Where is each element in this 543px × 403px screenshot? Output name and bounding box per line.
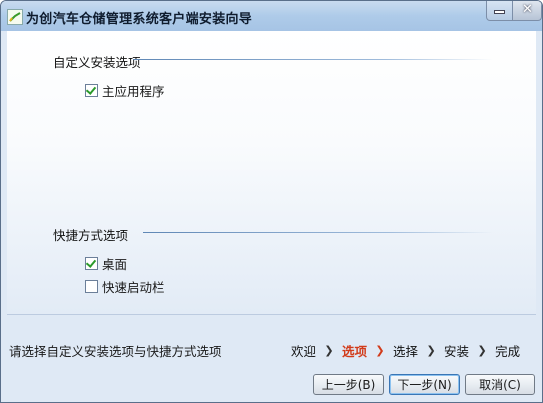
step-select: 选择 bbox=[393, 344, 419, 359]
next-button[interactable]: 下一步(N) bbox=[389, 374, 460, 395]
title-bar[interactable]: 为创汽车仓储管理系统客户端安装向导 ✕ bbox=[1, 1, 542, 31]
cancel-button[interactable]: 取消(C) bbox=[465, 374, 535, 395]
close-icon[interactable]: ✕ bbox=[512, 1, 542, 21]
minimize-icon[interactable] bbox=[486, 1, 513, 21]
desktop-shortcut-option[interactable]: 桌面 bbox=[85, 254, 127, 273]
quick-launch-label: 快速启动栏 bbox=[102, 280, 165, 295]
quick-launch-option[interactable]: 快速启动栏 bbox=[85, 277, 165, 296]
shortcut-options-separator bbox=[143, 232, 493, 233]
status-hint: 请选择自定义安装选项与快捷方式选项 bbox=[9, 344, 222, 359]
desktop-shortcut-label: 桌面 bbox=[102, 257, 128, 272]
checkbox-unchecked[interactable] bbox=[85, 280, 98, 293]
step-install: 安装 bbox=[444, 344, 470, 359]
window-title: 为创汽车仓储管理系统客户端安装向导 bbox=[26, 12, 253, 27]
step-options: 选项 bbox=[342, 344, 368, 359]
checkmark-icon[interactable] bbox=[85, 257, 98, 270]
shortcut-options-title: 快捷方式选项 bbox=[53, 228, 129, 243]
step-finish: 完成 bbox=[495, 344, 521, 359]
custom-options-title: 自定义安装选项 bbox=[53, 55, 141, 70]
status-divider bbox=[7, 314, 536, 315]
checkmark-icon[interactable] bbox=[85, 84, 98, 97]
prev-button[interactable]: 上一步(B) bbox=[313, 374, 384, 395]
step-welcome: 欢迎 bbox=[291, 344, 317, 359]
chevron-right-icon: ❯ bbox=[477, 344, 487, 357]
main-app-option[interactable]: 主应用程序 bbox=[85, 81, 165, 100]
chevron-right-icon: ❯ bbox=[324, 344, 334, 357]
custom-options-separator bbox=[133, 59, 493, 60]
chevron-right-icon: ❯ bbox=[375, 344, 385, 357]
main-app-label: 主应用程序 bbox=[102, 84, 165, 99]
wizard-steps: 欢迎 ❯ 选项 ❯ 选择 ❯ 安装 ❯ 完成 bbox=[291, 341, 520, 360]
options-panel: 自定义安装选项 主应用程序 快捷方式选项 桌面 快速启动栏 bbox=[7, 31, 536, 314]
installer-window: 为创汽车仓储管理系统客户端安装向导 ✕ 自定义安装选项 主应用程序 快捷方式选项… bbox=[0, 0, 543, 403]
chevron-right-icon: ❯ bbox=[426, 344, 436, 357]
installer-app-icon bbox=[7, 9, 23, 25]
